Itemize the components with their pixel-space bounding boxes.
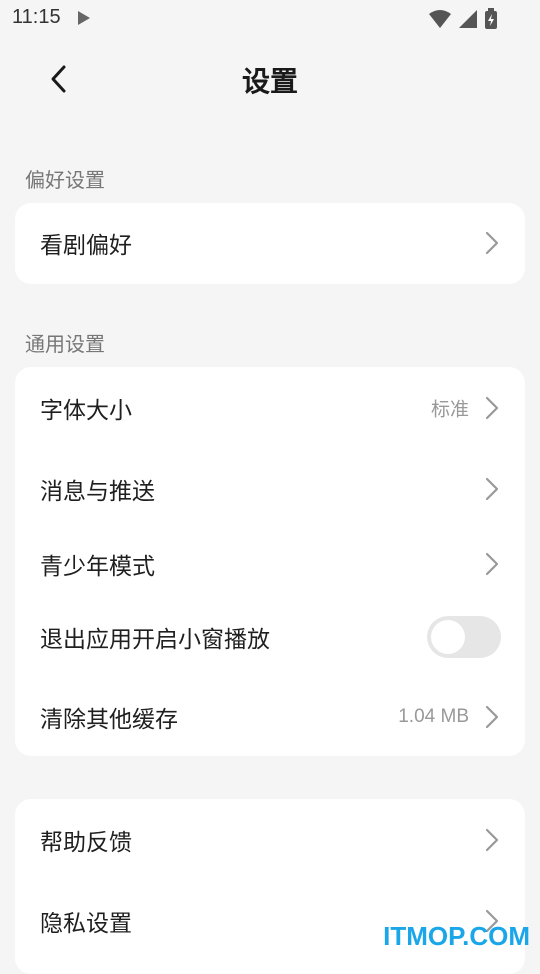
settings-row-help-feedback[interactable]: 帮助反馈 (15, 810, 525, 870)
watermark: ITMOP.COM (383, 921, 530, 951)
row-value: 标准 (430, 399, 469, 421)
toggle-knob (431, 620, 465, 654)
status-icons (428, 8, 498, 30)
settings-row-watch-preferences[interactable]: 看剧偏好 (15, 213, 525, 273)
settings-row-mini-window: 退出应用开启小窗播放 (15, 607, 525, 667)
row-value: 1.04 MB (398, 706, 469, 727)
row-label: 帮助反馈 (40, 830, 132, 856)
settings-row-teen-mode[interactable]: 青少年模式 (15, 534, 525, 594)
settings-row-notifications[interactable]: 消息与推送 (15, 459, 525, 519)
row-label: 看剧偏好 (40, 233, 132, 259)
chevron-right-icon (485, 477, 499, 501)
row-label: 消息与推送 (40, 479, 155, 505)
row-label: 隐私设置 (40, 911, 132, 937)
row-label: 退出应用开启小窗播放 (40, 627, 270, 653)
battery-icon (484, 8, 498, 29)
row-label: 清除其他缓存 (40, 707, 178, 733)
page-title: 设置 (241, 65, 298, 98)
chevron-right-icon (485, 231, 499, 255)
settings-row-clear-cache[interactable]: 清除其他缓存 1.04 MB (15, 687, 525, 747)
chevron-right-icon (485, 828, 499, 852)
settings-row-font-size[interactable]: 字体大小 标准 (15, 378, 525, 438)
wifi-icon (428, 9, 457, 28)
chevron-right-icon (485, 552, 499, 576)
card-general: 字体大小 标准 消息与推送 青少年模式 退出应用开启小窗播放 清除其他缓存 1.… (15, 367, 525, 756)
section-title-preferences: 偏好设置 (25, 168, 105, 192)
app-header: 设置 (0, 40, 540, 120)
section-title-general: 通用设置 (25, 332, 105, 356)
play-icon (77, 10, 91, 30)
signal-icon (457, 9, 484, 28)
row-label: 青少年模式 (40, 554, 155, 580)
card-preferences: 看剧偏好 (15, 203, 525, 284)
mini-window-toggle[interactable] (427, 616, 501, 658)
status-bar: 11:15 (0, 0, 540, 36)
status-time: 11:15 (12, 6, 61, 28)
row-label: 字体大小 (40, 398, 132, 424)
chevron-right-icon (485, 705, 499, 729)
chevron-right-icon (485, 396, 499, 420)
